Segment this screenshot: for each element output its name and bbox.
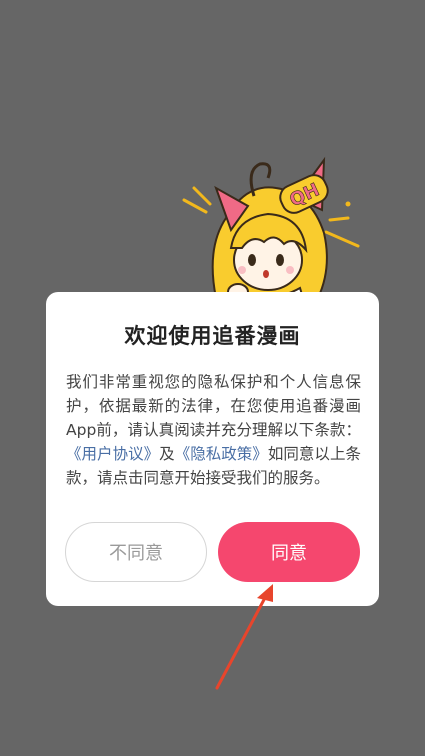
privacy-consent-dialog: 欢迎使用追番漫画 我们非常重视您的隐私保护和个人信息保护，依据最新的法律，在您使… xyxy=(46,292,379,606)
dialog-title: 欢迎使用追番漫画 xyxy=(124,324,301,348)
user-agreement-link[interactable]: 《用户协议》 xyxy=(66,445,159,463)
annotation-arrow-icon xyxy=(215,584,273,690)
mascot-illustration: QH xyxy=(182,156,360,308)
disagree-button[interactable]: 不同意 xyxy=(65,522,207,582)
qh-hairpin: QH xyxy=(279,174,329,214)
dialog-body: 我们非常重视您的隐私保护和个人信息保护，依据最新的法律，在您使用追番漫画App前… xyxy=(66,370,361,490)
body-prefix: 我们非常重视您的隐私保护和个人信息保护，依据最新的法律，在您使用追番漫画App前… xyxy=(66,373,361,439)
agree-button[interactable]: 同意 xyxy=(218,522,360,582)
privacy-policy-link[interactable]: 《隐私政策》 xyxy=(175,445,268,463)
and-text: 及 xyxy=(159,445,175,463)
